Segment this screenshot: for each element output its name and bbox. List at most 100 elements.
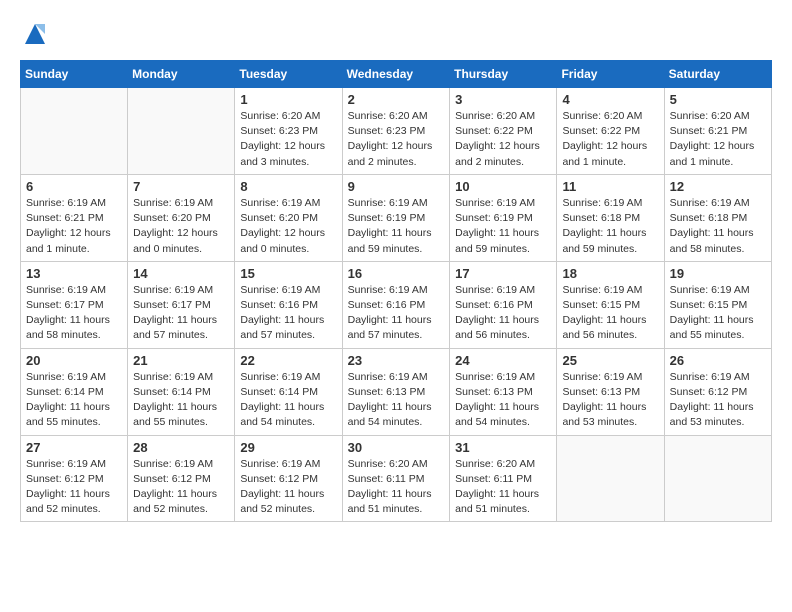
calendar-cell: 12 Sunrise: 6:19 AM Sunset: 6:18 PM Dayli… [664, 174, 771, 261]
calendar-cell [21, 88, 128, 175]
calendar-cell [557, 435, 664, 522]
page-header [20, 20, 772, 50]
calendar-week-row: 6 Sunrise: 6:19 AM Sunset: 6:21 PM Daylig… [21, 174, 772, 261]
calendar-cell: 15 Sunrise: 6:19 AM Sunset: 6:16 PM Dayli… [235, 261, 342, 348]
day-number: 30 [348, 440, 445, 455]
calendar-cell: 5 Sunrise: 6:20 AM Sunset: 6:21 PM Daylig… [664, 88, 771, 175]
day-info: Sunrise: 6:19 AM Sunset: 6:14 PM Dayligh… [26, 370, 122, 431]
day-number: 22 [240, 353, 336, 368]
calendar-cell: 25Sunrise: 6:19 AM Sunset: 6:13 PM Dayli… [557, 348, 664, 435]
day-number: 16 [348, 266, 445, 281]
day-info: Sunrise: 6:19 AM Sunset: 6:14 PM Dayligh… [240, 370, 336, 431]
calendar-cell: 22 Sunrise: 6:19 AM Sunset: 6:14 PM Dayli… [235, 348, 342, 435]
calendar-cell: 1 Sunrise: 6:20 AM Sunset: 6:23 PM Daylig… [235, 88, 342, 175]
calendar-cell: 6 Sunrise: 6:19 AM Sunset: 6:21 PM Daylig… [21, 174, 128, 261]
day-info: Sunrise: 6:19 AM Sunset: 6:17 PM Dayligh… [133, 283, 229, 344]
day-number: 18 [562, 266, 658, 281]
day-info: Sunrise: 6:20 AM Sunset: 6:11 PM Dayligh… [348, 457, 445, 518]
calendar-cell: 30 Sunrise: 6:20 AM Sunset: 6:11 PM Dayli… [342, 435, 450, 522]
calendar-cell: 4 Sunrise: 6:20 AM Sunset: 6:22 PM Daylig… [557, 88, 664, 175]
day-number: 26 [670, 353, 766, 368]
weekday-header: Monday [128, 61, 235, 88]
calendar-cell: 2Sunrise: 6:20 AM Sunset: 6:23 PM Daylig… [342, 88, 450, 175]
day-number: 8 [240, 179, 336, 194]
calendar-cell: 10 Sunrise: 6:19 AM Sunset: 6:19 PM Dayli… [450, 174, 557, 261]
day-number: 19 [670, 266, 766, 281]
weekday-header: Sunday [21, 61, 128, 88]
calendar-cell: 18 Sunrise: 6:19 AM Sunset: 6:15 PM Dayli… [557, 261, 664, 348]
day-info: Sunrise: 6:19 AM Sunset: 6:16 PM Dayligh… [455, 283, 551, 344]
day-info: Sunrise: 6:20 AM Sunset: 6:22 PM Dayligh… [455, 109, 551, 170]
day-info: Sunrise: 6:19 AM Sunset: 6:16 PM Dayligh… [348, 283, 445, 344]
day-info: Sunrise: 6:19 AM Sunset: 6:15 PM Dayligh… [670, 283, 766, 344]
calendar-cell: 17 Sunrise: 6:19 AM Sunset: 6:16 PM Dayli… [450, 261, 557, 348]
day-number: 4 [562, 92, 658, 107]
day-number: 21 [133, 353, 229, 368]
day-info: Sunrise: 6:19 AM Sunset: 6:13 PM Dayligh… [348, 370, 445, 431]
day-info: Sunrise: 6:19 AM Sunset: 6:20 PM Dayligh… [133, 196, 229, 257]
day-number: 9 [348, 179, 445, 194]
day-info: Sunrise: 6:19 AM Sunset: 6:19 PM Dayligh… [455, 196, 551, 257]
day-info: Sunrise: 6:19 AM Sunset: 6:12 PM Dayligh… [240, 457, 336, 518]
day-info: Sunrise: 6:19 AM Sunset: 6:17 PM Dayligh… [26, 283, 122, 344]
calendar-week-row: 27 Sunrise: 6:19 AM Sunset: 6:12 PM Dayli… [21, 435, 772, 522]
day-number: 20 [26, 353, 122, 368]
day-info: Sunrise: 6:19 AM Sunset: 6:21 PM Dayligh… [26, 196, 122, 257]
calendar-cell: 29Sunrise: 6:19 AM Sunset: 6:12 PM Dayli… [235, 435, 342, 522]
calendar-cell [128, 88, 235, 175]
day-number: 13 [26, 266, 122, 281]
calendar-week-row: 13 Sunrise: 6:19 AM Sunset: 6:17 PM Dayli… [21, 261, 772, 348]
day-number: 5 [670, 92, 766, 107]
day-number: 6 [26, 179, 122, 194]
logo [20, 20, 49, 50]
calendar-cell: 14 Sunrise: 6:19 AM Sunset: 6:17 PM Dayli… [128, 261, 235, 348]
day-number: 3 [455, 92, 551, 107]
day-number: 27 [26, 440, 122, 455]
day-info: Sunrise: 6:19 AM Sunset: 6:18 PM Dayligh… [670, 196, 766, 257]
calendar-table: SundayMondayTuesdayWednesdayThursdayFrid… [20, 60, 772, 522]
calendar-header-row: SundayMondayTuesdayWednesdayThursdayFrid… [21, 61, 772, 88]
day-number: 24 [455, 353, 551, 368]
day-info: Sunrise: 6:19 AM Sunset: 6:16 PM Dayligh… [240, 283, 336, 344]
calendar-cell: 11Sunrise: 6:19 AM Sunset: 6:18 PM Dayli… [557, 174, 664, 261]
day-number: 12 [670, 179, 766, 194]
weekday-header: Wednesday [342, 61, 450, 88]
day-number: 7 [133, 179, 229, 194]
logo-icon [21, 20, 49, 48]
day-info: Sunrise: 6:19 AM Sunset: 6:19 PM Dayligh… [348, 196, 445, 257]
day-info: Sunrise: 6:20 AM Sunset: 6:11 PM Dayligh… [455, 457, 551, 518]
day-number: 25 [562, 353, 658, 368]
day-number: 1 [240, 92, 336, 107]
weekday-header: Thursday [450, 61, 557, 88]
calendar-cell: 21 Sunrise: 6:19 AM Sunset: 6:14 PM Dayli… [128, 348, 235, 435]
day-info: Sunrise: 6:20 AM Sunset: 6:21 PM Dayligh… [670, 109, 766, 170]
day-info: Sunrise: 6:19 AM Sunset: 6:14 PM Dayligh… [133, 370, 229, 431]
day-number: 15 [240, 266, 336, 281]
day-number: 17 [455, 266, 551, 281]
calendar-cell: 23 Sunrise: 6:19 AM Sunset: 6:13 PM Dayli… [342, 348, 450, 435]
day-info: Sunrise: 6:20 AM Sunset: 6:23 PM Dayligh… [240, 109, 336, 170]
day-number: 11 [562, 179, 658, 194]
weekday-header: Friday [557, 61, 664, 88]
calendar-cell: 31 Sunrise: 6:20 AM Sunset: 6:11 PM Dayli… [450, 435, 557, 522]
calendar-cell: 20 Sunrise: 6:19 AM Sunset: 6:14 PM Dayli… [21, 348, 128, 435]
calendar-cell: 7 Sunrise: 6:19 AM Sunset: 6:20 PM Daylig… [128, 174, 235, 261]
calendar-cell: 28Sunrise: 6:19 AM Sunset: 6:12 PM Dayli… [128, 435, 235, 522]
calendar-cell: 16 Sunrise: 6:19 AM Sunset: 6:16 PM Dayli… [342, 261, 450, 348]
day-number: 28 [133, 440, 229, 455]
day-number: 2 [348, 92, 445, 107]
calendar-cell [664, 435, 771, 522]
day-number: 23 [348, 353, 445, 368]
day-number: 31 [455, 440, 551, 455]
day-info: Sunrise: 6:19 AM Sunset: 6:12 PM Dayligh… [670, 370, 766, 431]
calendar-cell: 8Sunrise: 6:19 AM Sunset: 6:20 PM Daylig… [235, 174, 342, 261]
weekday-header: Tuesday [235, 61, 342, 88]
day-number: 14 [133, 266, 229, 281]
calendar-cell: 13 Sunrise: 6:19 AM Sunset: 6:17 PM Dayli… [21, 261, 128, 348]
weekday-header: Saturday [664, 61, 771, 88]
day-number: 10 [455, 179, 551, 194]
calendar-cell: 9 Sunrise: 6:19 AM Sunset: 6:19 PM Daylig… [342, 174, 450, 261]
day-info: Sunrise: 6:20 AM Sunset: 6:22 PM Dayligh… [562, 109, 658, 170]
calendar-cell: 3 Sunrise: 6:20 AM Sunset: 6:22 PM Daylig… [450, 88, 557, 175]
day-info: Sunrise: 6:19 AM Sunset: 6:15 PM Dayligh… [562, 283, 658, 344]
